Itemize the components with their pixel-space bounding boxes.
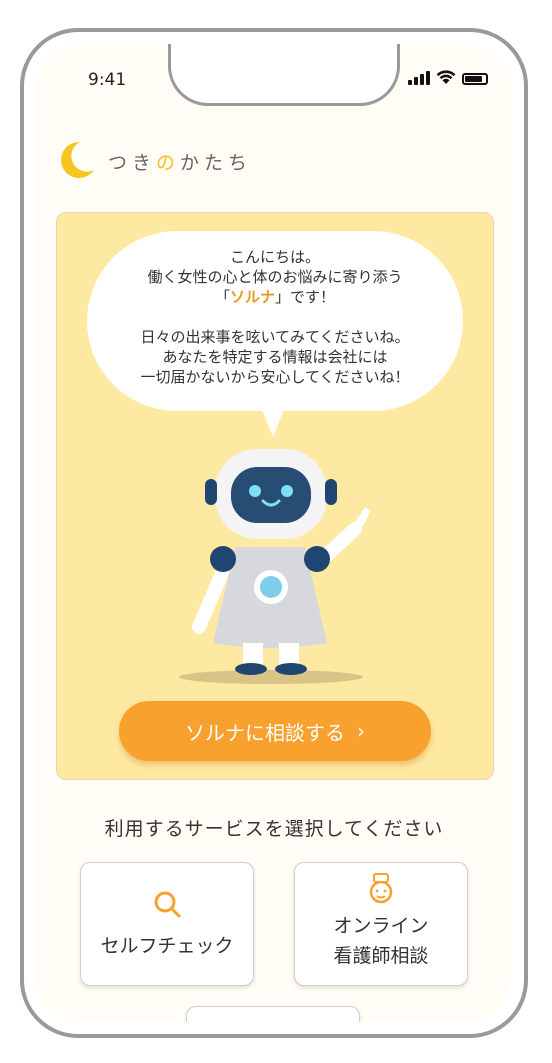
battery-icon <box>462 73 488 85</box>
self-check-card[interactable]: セルフチェック <box>80 862 254 986</box>
cta-label: ソルナに相談する <box>185 720 345 745</box>
greeting-line: こんにちは。 <box>229 248 320 266</box>
brand-name-accent: の <box>156 152 181 174</box>
body-line: あなたを特定する情報は会社には <box>162 348 388 366</box>
body-line: 日々の出来事を呟いてみてくださいね。 <box>140 328 410 346</box>
app-header: つきのかたち <box>36 140 512 192</box>
wifi-icon <box>436 70 456 84</box>
brand-logo-text: つきのかたち <box>108 148 252 175</box>
card-label: セルフチェック <box>100 935 234 957</box>
bracket-text: 」です！ <box>275 288 336 306</box>
status-icons <box>408 70 488 85</box>
speech-bubble: こんにちは。 働く女性の心と体のお悩みに寄り添う 「ソルナ」です！ 日々の出来事… <box>87 231 463 411</box>
robot-mascot-illustration <box>179 449 371 684</box>
brand-name-part: つき <box>108 152 157 174</box>
services-title: 利用するサービスを選択してください <box>104 818 444 840</box>
online-nurse-consult-card[interactable]: オンライン 看護師相談 <box>294 862 468 986</box>
brand-name-part: かたち <box>180 152 253 174</box>
bot-name: ソルナ <box>229 288 275 306</box>
nurse-icon <box>369 873 393 904</box>
consult-solna-button[interactable]: ソルナに相談する › <box>119 701 431 761</box>
body-line: 一切届かないから安心してくださいね！ <box>140 368 410 386</box>
bracket-text: 「 <box>214 288 230 306</box>
card-label: 看護師相談 <box>333 945 429 967</box>
chatbot-hero-card: こんにちは。 働く女性の心と体のお悩みに寄り添う 「ソルナ」です！ 日々の出来事… <box>56 212 494 780</box>
phone-notch <box>168 44 400 106</box>
app-screen: 9:41 つきのかたち こんにちは。 働く女性の心と体のお悩みに寄り添う 「ソル… <box>36 44 512 1022</box>
status-bar: 9:41 <box>36 44 512 140</box>
card-label: オンライン <box>333 915 429 937</box>
speech-bubble-tail <box>261 407 285 437</box>
status-time: 9:41 <box>88 70 127 90</box>
service-card-partial[interactable] <box>186 1006 360 1022</box>
greeting-line: 働く女性の心と体のお悩みに寄り添う <box>147 268 403 286</box>
search-icon <box>154 891 181 918</box>
chevron-right-icon: › <box>357 719 365 743</box>
cellular-signal-icon <box>408 71 430 85</box>
bot-name-line: 「ソルナ」です！ <box>87 287 463 307</box>
moon-logo-icon <box>61 141 94 178</box>
phone-frame: 9:41 つきのかたち こんにちは。 働く女性の心と体のお悩みに寄り添う 「ソル… <box>20 28 528 1038</box>
